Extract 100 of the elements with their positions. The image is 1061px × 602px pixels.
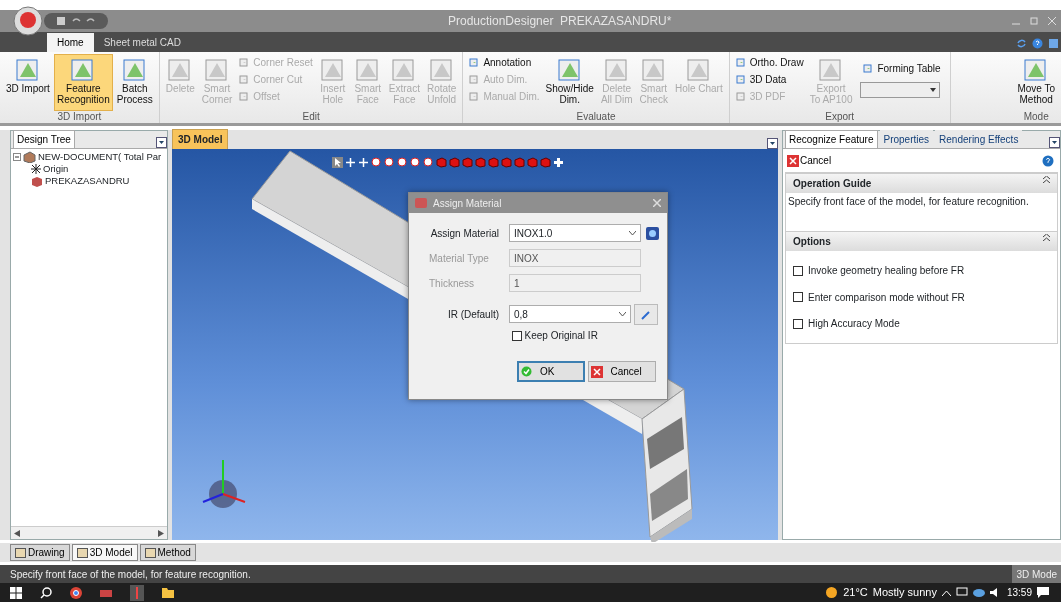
tool-icon [556,56,583,83]
cube-icon[interactable] [488,157,499,169]
tool-icon [640,56,667,83]
window-title: ProductionDesigner PREKAZASANDRU* [448,12,672,30]
search-icon[interactable] [40,586,52,599]
checkbox[interactable] [793,265,803,276]
checkbox-label: High Accuracy Mode [808,317,900,332]
ribbon-button[interactable]: Show/Hide Dim. [542,53,597,112]
ribbon-button[interactable]: 3D Import [3,53,53,112]
tool-icon [121,56,148,83]
sun-icon [825,586,839,600]
panel-icon[interactable] [1047,38,1059,50]
caret-icon [629,231,636,236]
tree-item[interactable]: NEW-DOCUMENT( Total Par [38,151,162,164]
weather-temperature: 21°C [843,585,868,601]
collapse-icon[interactable] [1043,176,1050,184]
ribbon-button[interactable]: Feature Recognition [53,53,113,112]
guide-text: Specify front face of the model, for feature recognition. [787,195,1030,210]
check-icon [521,366,532,378]
ok-button[interactable]: OK [517,361,585,383]
zoom-icon[interactable] [397,157,408,169]
close-icon [590,365,603,378]
caret-icon [930,87,937,92]
collapse-icon[interactable] [1043,234,1050,242]
tree-item[interactable]: PREKAZASANDRU [45,175,130,188]
folder-icon[interactable] [162,587,174,599]
ribbon-tab[interactable]: Sheet metal CAD [93,32,191,52]
chevron-up-icon[interactable] [941,589,951,596]
ribbon-button[interactable]: Annotation [466,53,542,71]
cube-icon[interactable] [449,157,460,169]
document-tab[interactable]: Drawing [10,544,70,562]
refresh-icon[interactable] [1015,38,1027,50]
panel-tab[interactable]: Recognize Feature [785,130,878,149]
dropdown[interactable]: 0,8 [509,305,631,324]
ribbon-button[interactable]: Move To Method [1014,53,1058,112]
clock-time[interactable]: 13:59 [1006,585,1032,601]
cancel-button[interactable]: Cancel [787,153,832,169]
app-logo-icon [10,6,46,36]
app-icon[interactable] [130,584,144,601]
help-icon[interactable] [1031,38,1043,50]
document-tab[interactable]: 3D Model [71,544,138,562]
tool-icon [319,56,346,83]
field-label: Assign Material [429,226,500,241]
browser-icon[interactable] [70,586,82,599]
weather-text: Mostly sunny [872,585,937,601]
tool-icon [14,56,41,83]
arrow-left-icon [14,529,20,537]
tool-icon [685,56,712,83]
cube-icon[interactable] [462,157,473,169]
pointer-icon[interactable] [332,157,343,169]
field-label: Thickness [429,276,475,291]
part-icon [31,175,43,187]
section-title: Options [793,235,831,250]
status-text: Specify front face of the model, for feature recognition. [10,567,251,582]
cube-icon[interactable] [475,157,486,169]
dropdown-icon[interactable] [1049,137,1060,149]
rotate-icon[interactable] [358,157,369,169]
zoom-icon[interactable] [384,157,395,169]
scrollbar[interactable] [11,526,167,540]
material-library-icon[interactable] [646,226,659,240]
network-icon[interactable] [955,587,968,599]
plus-icon[interactable] [553,157,564,169]
group-label: Edit [301,111,321,124]
notification-icon[interactable] [1037,587,1049,599]
checkbox[interactable] [512,330,522,341]
status-mode: 3D Mode [1012,564,1061,584]
expander-icon[interactable] [13,153,21,162]
checkbox[interactable] [793,292,803,303]
dropdown[interactable] [860,81,941,98]
ribbon-button[interactable]: Batch Process [113,53,156,112]
help-icon[interactable] [1042,154,1054,167]
tree-item[interactable]: Origin [43,163,69,176]
ribbon-button[interactable]: 3D Data [732,70,806,88]
zoom-icon[interactable] [371,157,382,169]
picker-button[interactable] [634,303,658,325]
tool-icon [734,89,748,103]
dropdown-icon[interactable] [156,137,167,149]
dropdown-icon[interactable] [767,138,778,150]
panel-tab[interactable]: Design Tree [13,130,75,149]
app-icon [415,198,427,209]
field-label: Material Type [429,251,490,266]
windows-icon[interactable] [10,586,22,599]
document-tab[interactable]: Method [139,544,196,562]
dropdown[interactable]: INOX1.0 [509,224,641,243]
checkbox-label: Keep Original IR [524,329,598,344]
checkbox[interactable] [793,318,803,329]
tool-icon [734,72,748,86]
ribbon-button[interactable]: Forming Table [860,59,943,77]
caret-icon [619,312,626,317]
cube-icon[interactable] [501,157,512,169]
view-tab[interactable]: 3D Model [172,129,229,150]
close-icon [787,154,799,167]
save-icon[interactable] [56,15,66,26]
cube-icon[interactable] [514,157,525,169]
cloud-icon[interactable] [972,588,985,598]
ribbon-tab[interactable]: Home [47,32,94,52]
cancel-button[interactable]: Cancel [587,361,656,383]
ribbon-button[interactable]: Ortho. Draw [732,53,806,71]
cube-icon[interactable] [527,157,538,169]
move-icon[interactable] [345,157,356,169]
